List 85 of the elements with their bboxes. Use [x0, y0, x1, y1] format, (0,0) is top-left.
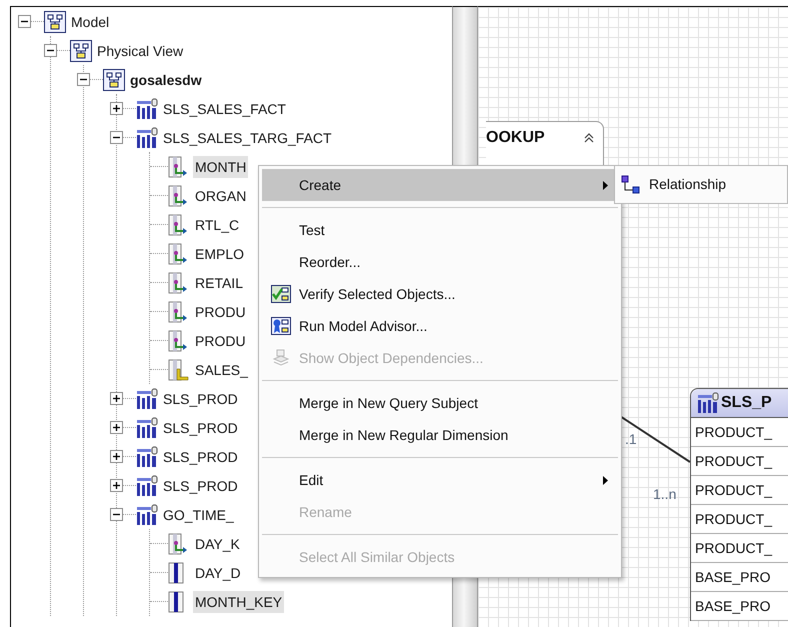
menu-item[interactable]: Test	[262, 214, 618, 246]
expand-toggle[interactable]	[110, 450, 123, 463]
menu-label: Reorder...	[299, 252, 362, 272]
tree-item[interactable]: SLS_SALES_FACT	[161, 98, 288, 120]
entity-row: PRODUCT_	[691, 418, 788, 447]
tree-item[interactable]: RETAIL	[193, 272, 245, 294]
tree-item[interactable]: MONTH_KEY	[193, 590, 284, 612]
collapse-toggle[interactable]	[110, 508, 123, 521]
tree-item[interactable]: SLS_PROD	[161, 474, 240, 496]
menu-label: Verify Selected Objects...	[299, 284, 456, 304]
expand-toggle[interactable]	[110, 102, 123, 115]
collapse-toggle[interactable]	[18, 15, 31, 28]
expand-toggle[interactable]	[110, 392, 123, 405]
entity-row: PRODUCT_	[691, 476, 788, 505]
collapse-toggle[interactable]	[44, 44, 57, 57]
entity-title: OOKUP	[486, 128, 545, 148]
measure-column-icon	[168, 358, 190, 380]
expand-toggle[interactable]	[110, 421, 123, 434]
plus-icon	[112, 452, 121, 461]
entity-table[interactable]: SLS_P PRODUCT_ PRODUCT_ PRODUCT_ PRODUCT_ PRODUCT_ BASE_PRO BASE_PRO	[690, 388, 788, 621]
collapse-chevron-icon[interactable]	[583, 132, 595, 144]
check-icon	[270, 285, 290, 303]
expand-toggle[interactable]	[110, 479, 123, 492]
menu-item[interactable]: Run Model Advisor...	[262, 310, 618, 342]
tree-item[interactable]: EMPLO	[193, 242, 246, 264]
menu-item[interactable]: Reorder...	[262, 246, 618, 278]
plus-icon	[112, 481, 121, 490]
relationship-icon	[621, 174, 641, 194]
tree-item[interactable]: Model	[69, 10, 112, 32]
model-icon	[70, 40, 92, 62]
tree-item[interactable]: PRODU	[193, 330, 248, 352]
plus-icon	[112, 394, 121, 403]
tree-item[interactable]: GO_TIME_	[161, 504, 236, 526]
tree-item[interactable]: SLS_SALES_TARG_FACT	[161, 126, 334, 148]
tree-item[interactable]: SLS_PROD	[161, 416, 240, 438]
tree-item[interactable]: MONTH	[193, 156, 248, 178]
entity-row: BASE_PRO	[691, 592, 788, 621]
menu-item[interactable]: Verify Selected Objects...	[262, 278, 618, 310]
tree-item[interactable]: DAY_K	[193, 532, 242, 554]
table-icon	[136, 446, 158, 468]
tree-item[interactable]: gosalesdw	[128, 68, 204, 90]
table-icon	[136, 98, 158, 120]
menu-label: Select All Similar Objects	[299, 548, 456, 567]
menu-label: Show Object Dependencies...	[299, 348, 484, 368]
menu-label: Run Model Advisor...	[299, 316, 428, 336]
menu-item[interactable]: Merge in New Query Subject	[262, 387, 618, 419]
tree-item[interactable]: DAY_D	[193, 562, 243, 584]
entity-title: SLS_P	[721, 393, 772, 413]
table-icon	[136, 416, 158, 438]
entity-row: PRODUCT_	[691, 534, 788, 563]
table-icon	[136, 504, 158, 526]
plus-icon	[112, 104, 121, 113]
menu-label: Create	[299, 176, 342, 194]
tree-item[interactable]: SALES_	[193, 358, 250, 380]
menu-item[interactable]: Edit	[262, 464, 618, 496]
entity-row: PRODUCT_	[691, 447, 788, 476]
entity-row: PRODUCT_	[691, 505, 788, 534]
entity-row: BASE_PRO	[691, 563, 788, 592]
menu-label: Merge in New Query Subject	[299, 394, 479, 413]
table-icon	[697, 392, 719, 414]
tree-item[interactable]: SLS_PROD	[161, 388, 240, 410]
menu-label: Relationship	[649, 175, 726, 194]
model-icon	[103, 68, 125, 90]
menu-item[interactable]: Merge in New Regular Dimension	[262, 419, 618, 451]
tree-item[interactable]: RTL_C	[193, 214, 242, 236]
cardinality-label: .1	[625, 430, 637, 449]
table-icon	[136, 474, 158, 496]
collapse-toggle[interactable]	[77, 73, 90, 86]
collapse-toggle[interactable]	[110, 131, 123, 144]
menu-label: Edit	[299, 470, 324, 490]
tree-item[interactable]: PRODU	[193, 300, 248, 322]
menu-item[interactable]: Relationship	[621, 166, 787, 203]
tree-item[interactable]: ORGAN	[193, 184, 248, 206]
stack-icon	[270, 349, 290, 367]
cardinality-label: 1..n	[653, 485, 676, 504]
menu-label: Rename	[299, 502, 353, 522]
tree-item[interactable]: Physical View	[95, 40, 186, 62]
table-icon	[136, 126, 158, 148]
tree-item[interactable]: SLS_PROD	[161, 446, 240, 468]
advisor-icon	[270, 317, 290, 335]
plus-icon	[112, 423, 121, 432]
model-icon	[44, 10, 66, 32]
menu-label: Merge in New Regular Dimension	[299, 426, 510, 445]
table-icon	[136, 388, 158, 410]
menu-label: Test	[299, 220, 326, 240]
